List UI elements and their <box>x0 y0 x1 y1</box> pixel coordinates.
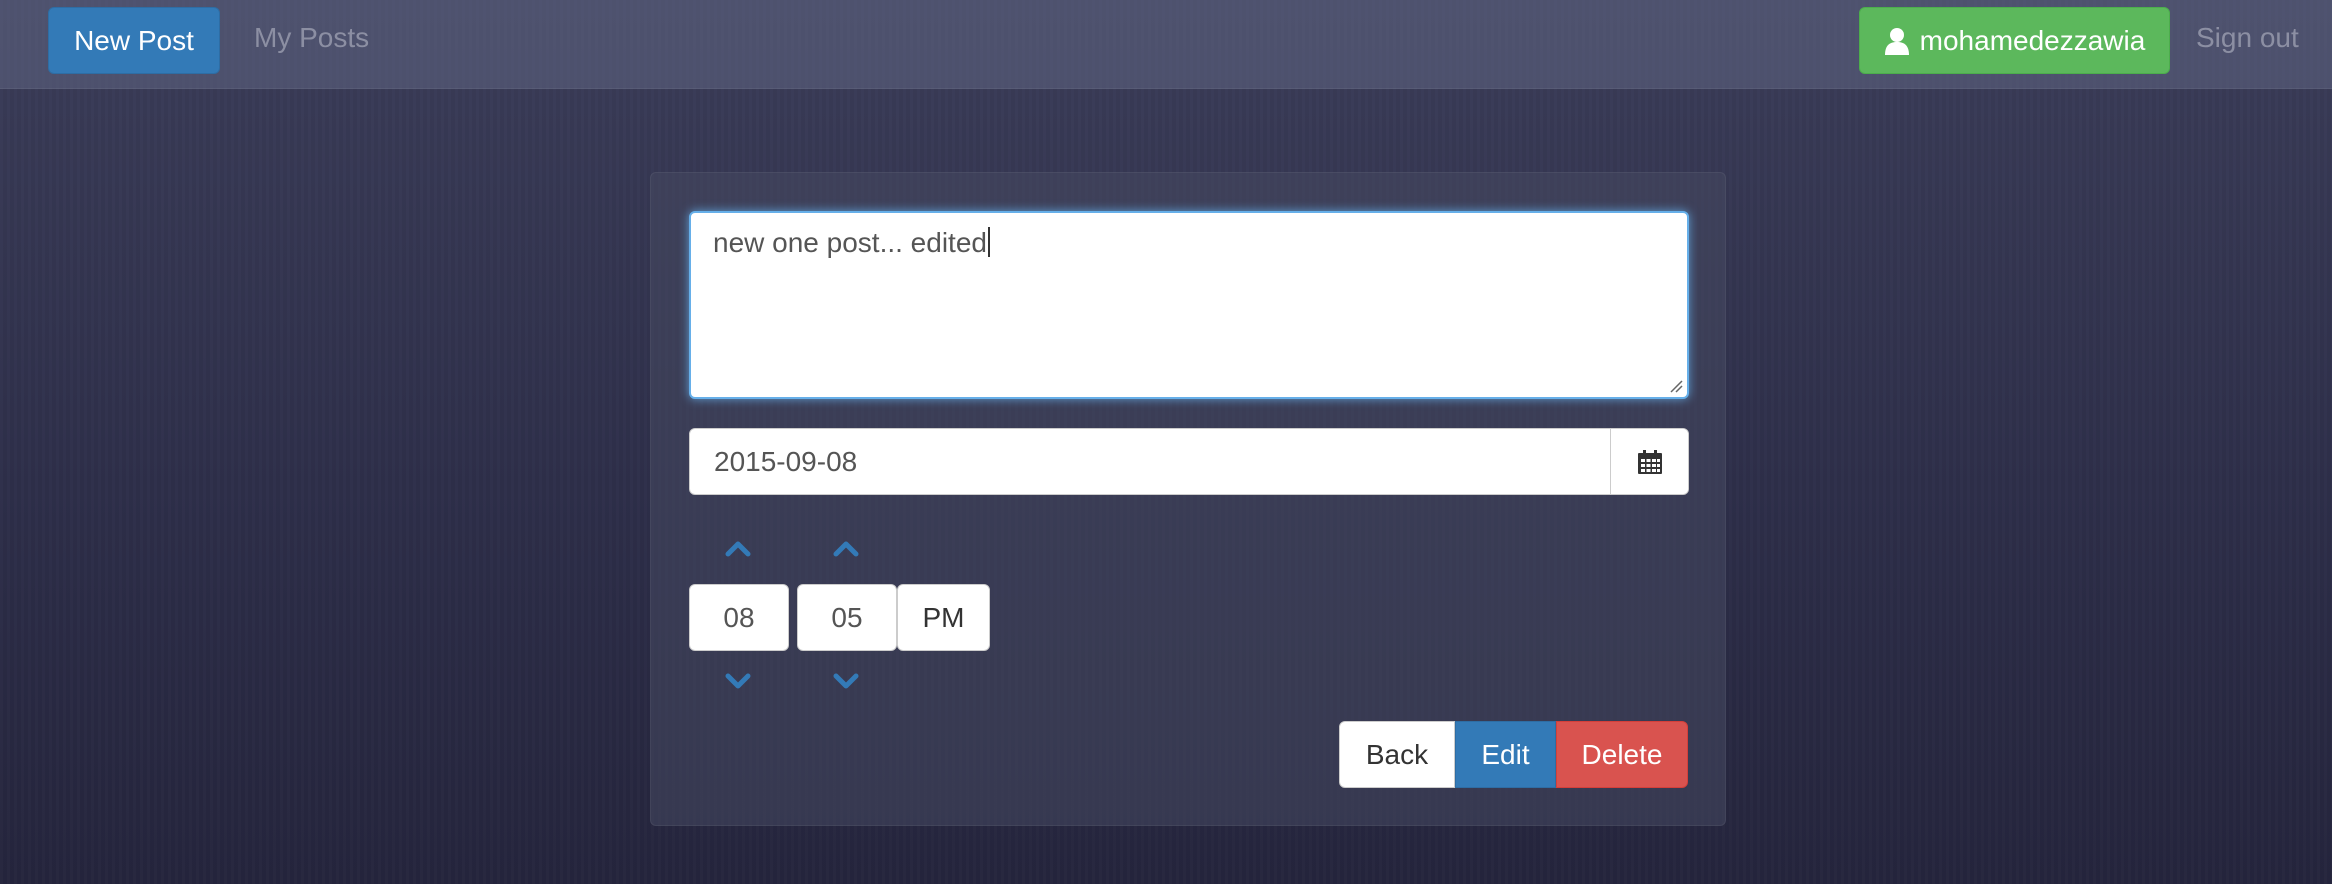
username-label: mohamedezzawia <box>1919 24 2146 56</box>
new-post-button[interactable]: New Post <box>48 7 220 74</box>
minute-decrement-chevron-down-icon[interactable] <box>831 671 861 693</box>
hour-decrement-chevron-down-icon[interactable] <box>723 671 753 693</box>
user-icon <box>1884 27 1909 55</box>
hour-input[interactable]: 08 <box>689 584 789 651</box>
meridian-toggle-button[interactable]: PM <box>897 584 990 651</box>
minute-input[interactable]: 05 <box>797 584 897 651</box>
hour-increment-chevron-up-icon[interactable] <box>723 537 753 559</box>
text-caret <box>987 227 990 257</box>
minute-increment-chevron-up-icon[interactable] <box>831 537 861 559</box>
post-textarea[interactable]: new one post... edited <box>689 211 1689 399</box>
calendar-button[interactable] <box>1610 429 1688 494</box>
date-picker-group: 2015-09-08 <box>689 428 1689 495</box>
sign-out-link[interactable]: Sign out <box>2196 22 2299 54</box>
top-navbar: New Post My Posts mohamedezzawia Sign ou… <box>0 0 2332 89</box>
my-posts-link[interactable]: My Posts <box>254 22 369 54</box>
post-text: new one post... edited <box>713 227 987 258</box>
date-input[interactable]: 2015-09-08 <box>690 429 1610 494</box>
delete-button[interactable]: Delete <box>1556 721 1688 788</box>
edit-post-panel: new one post... edited 2015-09-08 08 05 … <box>650 172 1726 826</box>
back-button[interactable]: Back <box>1339 721 1455 788</box>
calendar-icon <box>1637 449 1662 474</box>
resize-handle-icon[interactable] <box>1669 379 1683 393</box>
user-profile-button[interactable]: mohamedezzawia <box>1859 7 2170 74</box>
edit-button[interactable]: Edit <box>1455 721 1556 788</box>
